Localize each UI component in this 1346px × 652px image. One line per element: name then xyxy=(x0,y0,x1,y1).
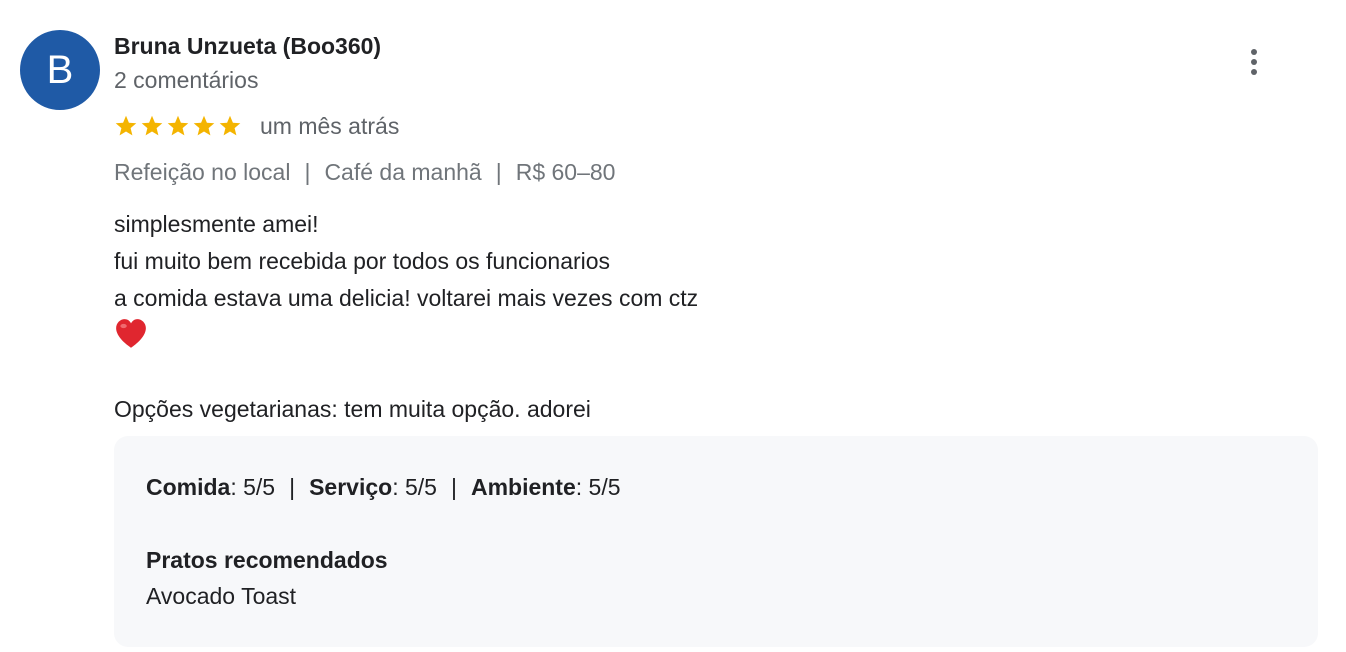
red-heart-icon xyxy=(116,319,146,348)
more-vertical-icon-dot xyxy=(1251,69,1257,75)
review-text-line: a comida estava uma delicia! voltarei ma… xyxy=(114,285,699,311)
recommended-dishes-heading: Pratos recomendados xyxy=(146,547,388,573)
attribute-separator: | xyxy=(495,159,502,185)
attribute-price: R$ 60–80 xyxy=(515,159,616,185)
attribute-service-type: Refeição no local xyxy=(114,159,291,185)
score-value-atmosphere: : 5/5 xyxy=(575,474,621,500)
score-value-food: : 5/5 xyxy=(230,474,276,500)
review-attributes: Refeição no local | Café da manhã | R$ 6… xyxy=(114,159,615,186)
review-text: simplesmente amei! fui muito bem recebid… xyxy=(114,206,1294,428)
author-name[interactable]: Bruna Unzueta (Boo360) xyxy=(114,33,381,60)
star-rating xyxy=(114,114,242,138)
review-date: um mês atrás xyxy=(260,112,400,139)
recommended-dishes-value: Avocado Toast xyxy=(146,583,297,609)
more-vertical-icon xyxy=(1251,49,1257,55)
review-text-line: simplesmente amei! xyxy=(114,211,319,237)
review-text-line: fui muito bem recebida por todos os func… xyxy=(114,248,611,274)
score-label-atmosphere: Ambiente xyxy=(470,474,576,500)
star-icon xyxy=(193,115,215,136)
star-icon xyxy=(141,115,163,136)
avatar[interactable]: B xyxy=(20,30,100,110)
author-review-count: 2 comentários xyxy=(114,67,259,93)
score-row: Comida : 5/5 | Serviço : 5/5 | Ambiente … xyxy=(146,474,621,501)
score-value-service: : 5/5 xyxy=(392,474,437,500)
star-icon xyxy=(219,115,241,136)
review-text-extra: Opções vegetarianas: tem muita opção. ad… xyxy=(114,396,591,422)
rating-row: um mês atrás xyxy=(114,111,399,141)
score-separator: | xyxy=(289,474,296,500)
star-icon xyxy=(167,115,189,136)
review-card: B Bruna Unzueta (Boo360) 2 comentários u… xyxy=(0,0,1346,652)
more-options-button[interactable] xyxy=(1234,42,1274,82)
score-separator: | xyxy=(450,474,457,500)
attribute-meal-type: Café da manhã xyxy=(324,159,482,185)
review-details-box: Comida : 5/5 | Serviço : 5/5 | Ambiente … xyxy=(114,436,1318,647)
attribute-separator: | xyxy=(304,159,311,185)
star-icon xyxy=(115,115,137,136)
score-label-food: Comida xyxy=(146,474,231,500)
more-vertical-icon-dot xyxy=(1251,59,1257,65)
score-label-service: Serviço xyxy=(309,474,393,500)
